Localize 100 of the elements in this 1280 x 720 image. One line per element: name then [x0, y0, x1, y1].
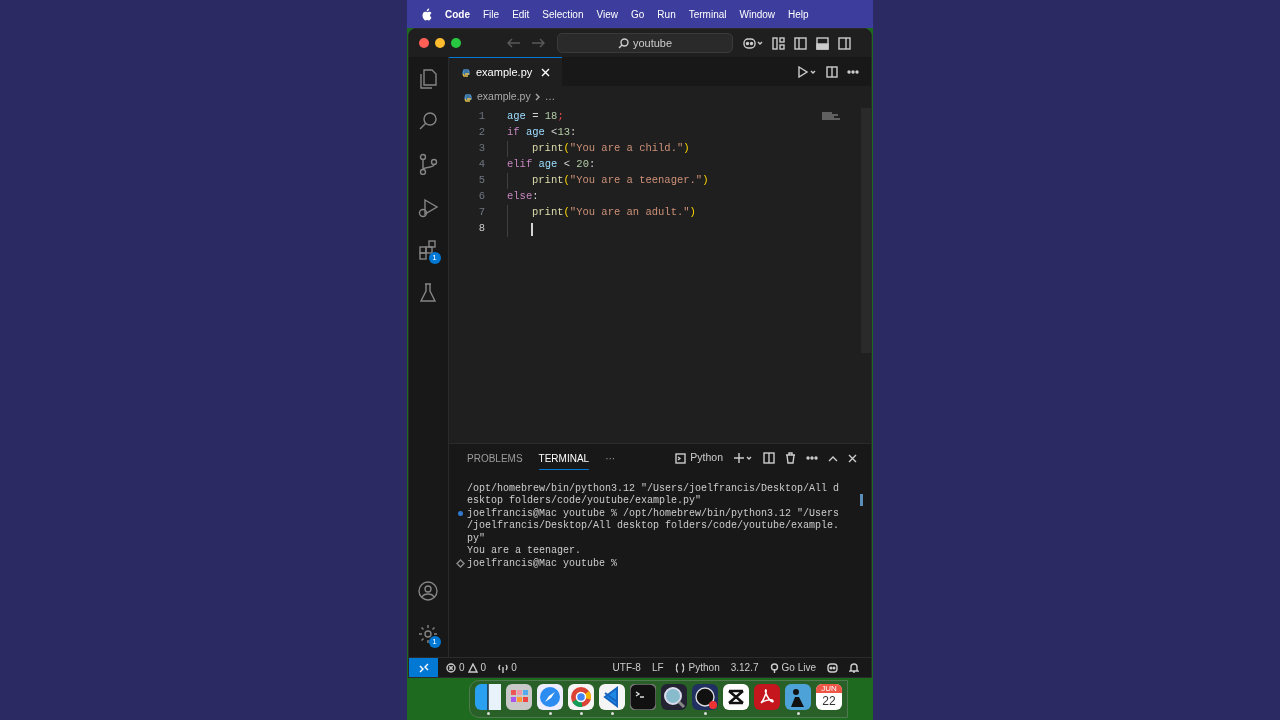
maximize-panel-icon[interactable] — [828, 454, 838, 462]
breadcrumb-item[interactable]: example.py — [477, 89, 531, 105]
language-button[interactable]: Python — [674, 660, 720, 675]
minimap-drawing — [821, 112, 841, 120]
calendar-app-icon[interactable]: JUN 22 — [816, 683, 842, 710]
finder-icon[interactable] — [475, 683, 501, 710]
app-menu[interactable]: Code — [445, 6, 470, 22]
running-indicator — [703, 711, 707, 715]
account-icon[interactable] — [416, 580, 439, 602]
problems-button[interactable]: 0 0 — [446, 660, 487, 675]
run-debug-icon[interactable] — [416, 196, 439, 218]
menu-item[interactable]: Run — [657, 6, 676, 22]
record-app-icon[interactable] — [692, 683, 718, 710]
broadcast-icon — [769, 662, 779, 673]
encoding-button[interactable]: UTF-8 — [612, 660, 641, 675]
panel-tab[interactable]: ··· — [605, 450, 616, 466]
forward-arrow-icon[interactable] — [531, 38, 545, 48]
magnifier-app-icon[interactable] — [661, 683, 687, 710]
close-button[interactable] — [419, 38, 429, 48]
vscode-icon[interactable] — [599, 683, 625, 710]
search-icon — [617, 37, 629, 49]
close-icon[interactable] — [848, 453, 857, 463]
code-line: print("You are an adult.") — [532, 205, 696, 221]
remote-icon — [418, 662, 429, 673]
code-line: else: — [507, 189, 539, 205]
panel-toggle-icon[interactable] — [816, 36, 829, 50]
line-number: 8 — [477, 221, 485, 237]
secondary-sidebar-icon[interactable] — [838, 36, 851, 50]
line-ending-button[interactable]: LF — [651, 660, 664, 675]
line-number: 6 — [477, 189, 485, 205]
minimize-button[interactable] — [435, 38, 445, 48]
zoom-button[interactable] — [451, 38, 461, 48]
menu-item[interactable]: File — [483, 6, 500, 22]
split-terminal-icon[interactable] — [763, 452, 775, 464]
editor-app-icon[interactable] — [723, 683, 749, 710]
line-number: 7 — [477, 205, 485, 221]
ports-button[interactable]: 0 — [498, 660, 517, 675]
terminal-line: /joelfrancis/Desktop/All desktop folders/code/youtube/example. — [467, 519, 840, 533]
new-terminal-icon[interactable] — [733, 452, 753, 464]
running-indicator — [548, 711, 552, 715]
line-number: 1 — [477, 109, 485, 125]
running-indicator — [486, 711, 490, 715]
search-field[interactable]: youtube — [557, 33, 733, 53]
compass-icon[interactable] — [537, 683, 563, 710]
terminal-line: joelfrancis@Mac youtube % /opt/homebrew/bin/python3.12 "/Users — [467, 506, 840, 520]
panel-tab[interactable]: PROBLEMS — [467, 450, 523, 466]
app-grid-icon[interactable] — [506, 683, 532, 710]
panel-tab[interactable]: TERMINAL — [538, 446, 590, 470]
antenna-icon — [498, 662, 509, 673]
interpreter-button[interactable]: 3.12.7 — [730, 660, 759, 675]
chevron-icon — [534, 93, 541, 101]
file-tab[interactable]: example.py — [449, 57, 563, 86]
code-line: elif age < 20: — [507, 157, 596, 173]
extensions-icon[interactable] — [416, 239, 439, 261]
bell-icon[interactable] — [849, 662, 859, 673]
code-line: print("You are a child.") — [532, 141, 690, 157]
scrollbar-thumb — [860, 494, 863, 506]
terminal-app-icon[interactable] — [630, 683, 656, 710]
reader-app-icon[interactable] — [785, 683, 811, 710]
calendar-month: JUN — [816, 683, 842, 693]
text-cursor — [531, 222, 533, 236]
terminal-icon — [675, 452, 687, 464]
layout-icon[interactable] — [772, 36, 785, 50]
more-icon[interactable] — [847, 69, 859, 74]
braces-icon — [674, 662, 685, 673]
split-editor-icon[interactable] — [826, 65, 838, 78]
breadcrumb-item[interactable]: … — [544, 89, 556, 105]
menu-item[interactable]: Edit — [512, 6, 530, 22]
apple-icon[interactable] — [421, 7, 432, 21]
python-file-icon — [463, 92, 473, 102]
terminal-line: py" — [467, 531, 485, 546]
sidebar-toggle-icon[interactable] — [794, 36, 807, 50]
running-indicator — [796, 711, 800, 715]
menu-item[interactable]: Terminal — [688, 6, 727, 22]
copilot-icon[interactable] — [743, 37, 763, 49]
menu-item[interactable]: Go — [631, 6, 645, 22]
settings-icon[interactable] — [416, 623, 439, 645]
code-line: print("You are a teenager.") — [532, 173, 709, 189]
chrome-icon[interactable] — [568, 683, 594, 710]
menu-item[interactable]: Help — [788, 6, 809, 22]
run-icon[interactable] — [797, 65, 817, 78]
menu-item[interactable]: Window — [739, 6, 776, 22]
calendar-day: 22 — [822, 692, 836, 709]
remote-button[interactable] — [409, 658, 438, 677]
code-line: if age <13: — [507, 125, 577, 141]
notification-badge: 1 — [428, 252, 441, 264]
pdf-app-icon[interactable] — [754, 683, 780, 710]
command-decoration-icon — [455, 558, 465, 568]
terminal-line: /opt/homebrew/bin/python3.12 "/Users/joelfrancis/Desktop/All d — [467, 481, 840, 495]
line-number: 2 — [477, 125, 485, 141]
trash-icon[interactable] — [785, 452, 796, 464]
back-arrow-icon[interactable] — [507, 38, 521, 48]
running-indicator — [579, 711, 583, 715]
menu-item[interactable]: Selection — [542, 6, 584, 22]
go-live-button[interactable]: Go Live — [769, 660, 816, 675]
copilot-icon[interactable] — [827, 662, 838, 673]
menu-item[interactable]: View — [596, 6, 618, 22]
code-line: age = 18; — [507, 109, 564, 125]
more-icon[interactable] — [806, 456, 818, 460]
terminal-name[interactable]: Python — [690, 450, 723, 466]
